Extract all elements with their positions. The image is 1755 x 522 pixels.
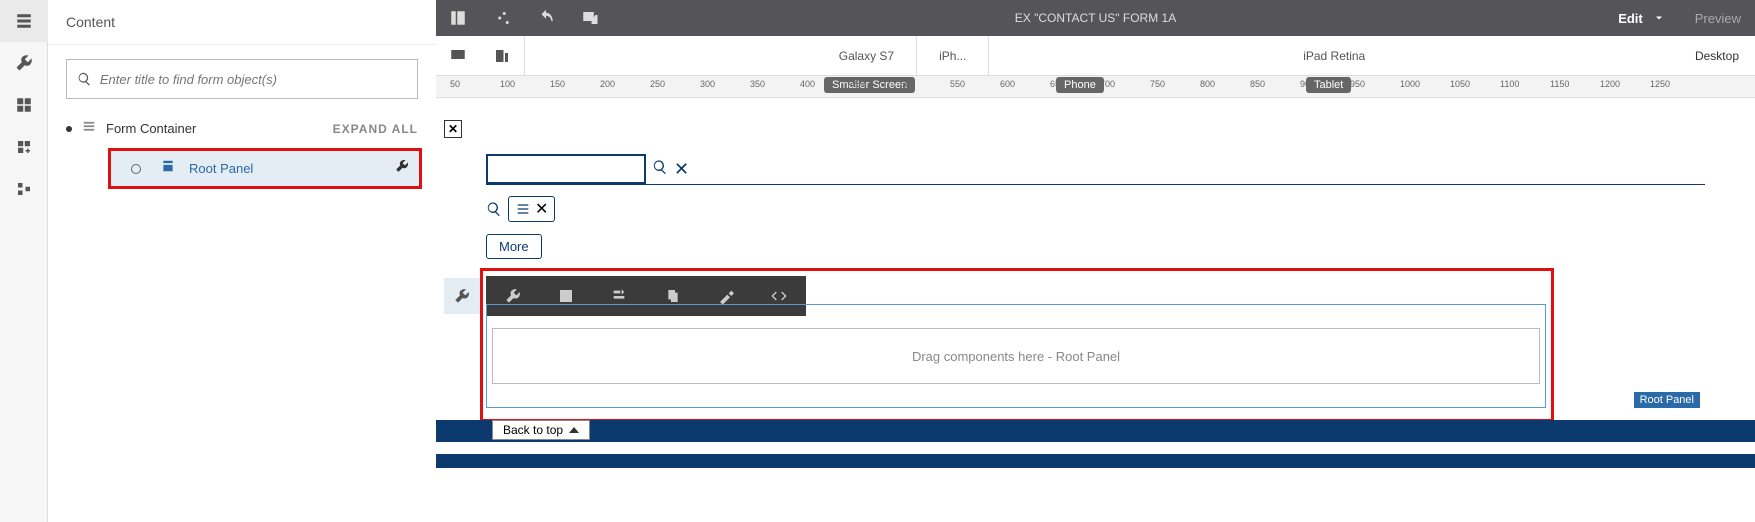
ruler-tick: 1200 xyxy=(1600,79,1620,89)
left-icon-rail xyxy=(0,0,48,522)
ruler-tick: 700 xyxy=(1100,79,1115,89)
ruler-tick: 200 xyxy=(600,79,615,89)
desktop-device-icon[interactable] xyxy=(436,36,480,76)
device-iphone[interactable]: iPh... xyxy=(917,36,989,76)
undo-icon[interactable] xyxy=(524,0,568,36)
ruler-tick: 550 xyxy=(950,79,965,89)
device-ipad[interactable]: iPad Retina xyxy=(1281,36,1387,76)
device-desktop[interactable]: Desktop xyxy=(1679,49,1755,63)
configure-icon[interactable] xyxy=(395,159,409,178)
form-container-row[interactable]: Form Container EXPAND ALL xyxy=(48,113,436,144)
ruler-tick: 1150 xyxy=(1550,79,1569,89)
search-glass-icon[interactable] xyxy=(486,201,502,217)
assets-icon[interactable] xyxy=(0,84,48,126)
ruler-tick: 800 xyxy=(1200,79,1215,89)
close-small-icon: ✕ xyxy=(535,199,548,219)
ruler-tick: 300 xyxy=(700,79,715,89)
mode-edit-dropdown[interactable]: Edit xyxy=(1618,11,1665,26)
page-title: EX "CONTACT US" FORM 1A xyxy=(1015,11,1176,25)
root-panel-highlight: Root Panel xyxy=(108,148,422,189)
preview-button[interactable]: Preview xyxy=(1695,11,1741,26)
container-icon xyxy=(82,119,96,138)
ruler-tick: 850 xyxy=(1250,79,1265,89)
close-icon[interactable]: ✕ xyxy=(444,120,462,138)
more-button[interactable]: More xyxy=(486,234,542,259)
ruler-tick: 900 xyxy=(1300,79,1315,89)
edit-label: Edit xyxy=(1618,11,1643,26)
content-tree-icon[interactable] xyxy=(0,0,48,42)
search-box[interactable] xyxy=(66,59,418,99)
ruler-tick: 400 xyxy=(800,79,815,89)
clear-icon[interactable]: ✕ xyxy=(674,159,689,180)
root-panel-label: Root Panel xyxy=(189,161,253,176)
canvas: ✕ ✕ ✕ More Drag components here - Root P… xyxy=(436,98,1755,522)
ruler-tick: 1250 xyxy=(1650,79,1670,89)
expand-all-button[interactable]: EXPAND ALL xyxy=(333,122,418,136)
data-icon[interactable] xyxy=(0,168,48,210)
rotate-device-icon[interactable] xyxy=(480,36,524,76)
search-icon xyxy=(77,71,92,87)
list-toggle[interactable]: ✕ xyxy=(508,196,555,222)
search-field-input[interactable] xyxy=(486,154,646,184)
ruler-tick: 950 xyxy=(1350,79,1365,89)
ruler-tick: 1000 xyxy=(1400,79,1420,89)
components-icon[interactable] xyxy=(0,126,48,168)
footer-bar-2 xyxy=(436,454,1755,468)
root-panel-tag: Root Panel xyxy=(1634,392,1700,408)
panel-config-tab[interactable] xyxy=(444,278,480,314)
top-bar: EX "CONTACT US" FORM 1A Edit Preview xyxy=(436,0,1755,36)
ruler-tick: 350 xyxy=(750,79,765,89)
list-icon xyxy=(515,201,531,217)
triangle-up-icon xyxy=(569,427,579,433)
sidebar-title: Content xyxy=(48,0,436,45)
footer-bar xyxy=(436,420,1755,442)
ruler-tick: 750 xyxy=(1150,79,1165,89)
form-container-label: Form Container xyxy=(106,121,196,136)
ruler-tick: 1100 xyxy=(1500,79,1519,89)
panel-icon xyxy=(161,159,175,178)
root-panel-row[interactable]: Root Panel xyxy=(111,151,419,186)
select-radio[interactable] xyxy=(131,164,141,174)
back-to-top-button[interactable]: Back to top xyxy=(492,420,590,440)
ruler-tick: 650 xyxy=(1050,79,1065,89)
content-sidebar: Content Form Container EXPAND ALL Root P… xyxy=(48,0,436,522)
ruler: Smaller Screen Phone Tablet 501001502002… xyxy=(436,76,1755,98)
ruler-tick: 50 xyxy=(450,79,460,89)
ruler-tick: 1050 xyxy=(1450,79,1470,89)
ruler-tick: 150 xyxy=(550,79,565,89)
search-input[interactable] xyxy=(100,72,407,87)
device-galaxy[interactable]: Galaxy S7 xyxy=(817,36,917,76)
back-to-top-label: Back to top xyxy=(503,423,563,437)
search-field-row: ✕ xyxy=(486,154,1705,185)
settings-icon[interactable] xyxy=(480,0,524,36)
ruler-tick: 500 xyxy=(900,79,915,89)
chevron-down-icon xyxy=(1653,12,1665,24)
wrench-icon[interactable] xyxy=(0,42,48,84)
search-glass-icon[interactable] xyxy=(652,159,668,175)
ruler-tick: 100 xyxy=(500,79,515,89)
drop-zone[interactable]: Drag components here - Root Panel xyxy=(492,328,1540,384)
sidepanel-toggle-icon[interactable] xyxy=(436,0,480,36)
secondary-search-row: ✕ xyxy=(486,196,555,222)
ruler-tick: 250 xyxy=(650,79,665,89)
ruler-tick: 600 xyxy=(1000,79,1015,89)
device-bar: Galaxy S7 iPh... iPad Retina Desktop xyxy=(436,36,1755,76)
ruler-tick: 450 xyxy=(850,79,865,89)
device-icon[interactable] xyxy=(568,0,612,36)
